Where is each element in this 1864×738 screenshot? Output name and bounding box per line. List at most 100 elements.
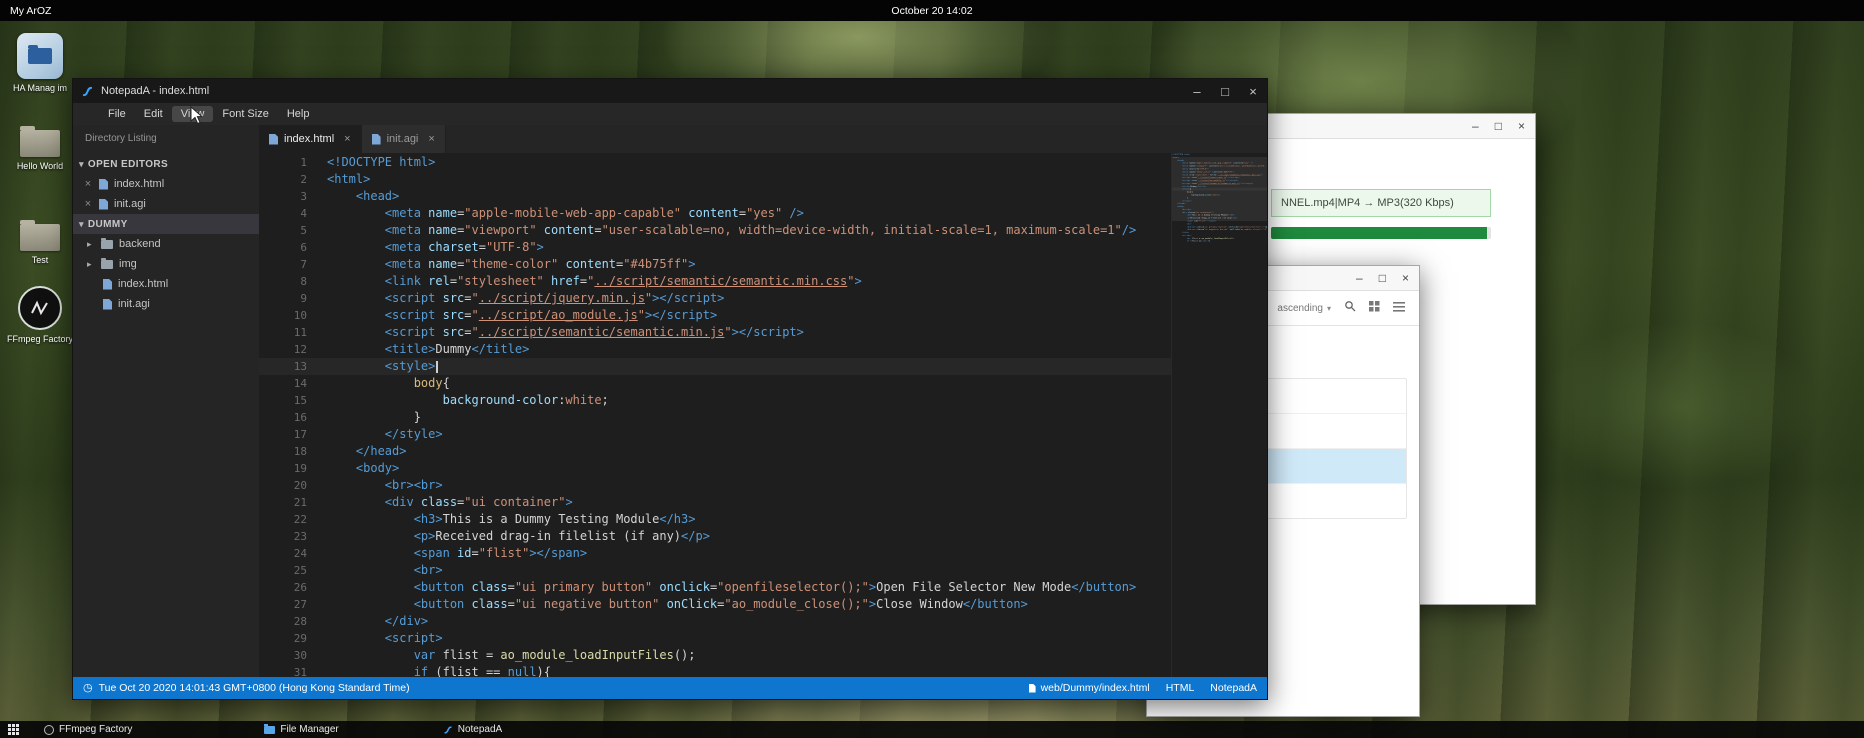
file-icon (99, 179, 108, 190)
code-line: 19 <body> (259, 460, 1172, 477)
open-editors-section[interactable]: ▾ OPEN EDITORS (73, 154, 259, 174)
close-icon[interactable]: × (344, 133, 350, 145)
code-line: 11 <script src="../script/semantic/seman… (259, 324, 1172, 341)
code-text: <p>Received drag-in filelist (if any)</p… (327, 528, 710, 545)
notepada-titlebar[interactable]: NotepadA - index.html – □ × (73, 79, 1267, 103)
code-line: 22 <h3>This is a Dummy Testing Module</h… (259, 511, 1172, 528)
line-number: 4 (259, 205, 327, 222)
code-text: <button class="ui primary button" onclic… (327, 579, 1136, 596)
open-editor-item[interactable]: ×index.html (73, 174, 259, 194)
code-text: <script src="../script/ao_module.js"></s… (327, 307, 717, 324)
code-editor[interactable]: 1<!DOCTYPE html>2<html>3 <head>4 <meta n… (259, 153, 1267, 677)
code-line: 31 if (flist == null){ (259, 664, 1172, 677)
code-line: 30 var flist = ao_module_loadInputFiles(… (259, 647, 1172, 664)
desktop-icon-ha-manager[interactable]: HA Manag im (6, 33, 74, 94)
code-text: <div class="ui container"> (327, 494, 573, 511)
tab-label: init.agi (387, 133, 419, 145)
ffmpeg-icon (44, 725, 54, 735)
status-file-path[interactable]: web/Dummy/index.html (1029, 682, 1150, 694)
desktop-icon-label: HA Manag im (6, 83, 74, 94)
line-number: 30 (259, 647, 327, 664)
list-view-icon[interactable] (1393, 299, 1405, 317)
code-text: body{ (327, 375, 450, 392)
window-title: NotepadA - index.html (101, 85, 209, 97)
tree-item-backend[interactable]: ▸backend (73, 234, 259, 254)
minimize-button[interactable]: – (1472, 120, 1479, 132)
tab-init-agi[interactable]: init.agi × (362, 125, 446, 153)
code-text: <title>Dummy</title> (327, 341, 529, 358)
open-editor-item[interactable]: ×init.agi (73, 194, 259, 214)
line-number: 6 (259, 239, 327, 256)
desktop-icon-hello-world[interactable]: Hello World (6, 130, 74, 172)
code-text: <link rel="stylesheet" href="../script/s… (327, 273, 862, 290)
line-number: 15 (259, 392, 327, 409)
taskbar-item-notepada[interactable]: NotepadA (437, 724, 508, 735)
desktop-icon-ffmpeg-factory[interactable]: FFmpeg Factory (6, 286, 74, 345)
tree-item-init-agi[interactable]: init.agi (73, 294, 259, 314)
code-line: 16 } (259, 409, 1172, 426)
taskbar-item-file-manager[interactable]: File Manager (258, 724, 344, 735)
status-language[interactable]: HTML (1166, 682, 1195, 694)
code-lines: 1<!DOCTYPE html>2<html>3 <head>4 <meta n… (259, 154, 1172, 677)
close-icon[interactable]: × (428, 133, 434, 145)
notepada-window[interactable]: NotepadA - index.html – □ × FileEditView… (72, 78, 1268, 700)
menu-font-size[interactable]: Font Size (213, 106, 277, 122)
code-text: <meta charset="UTF-8"> (327, 239, 544, 256)
line-number: 8 (259, 273, 327, 290)
code-text: <style> (327, 358, 438, 375)
close-icon[interactable]: × (83, 198, 93, 210)
desktop-icon-label: FFmpeg Factory (6, 334, 74, 345)
taskbar-item-label: FFmpeg Factory (59, 724, 132, 735)
menu-edit[interactable]: Edit (135, 106, 172, 122)
file-icon (1029, 684, 1036, 693)
close-button[interactable]: × (1239, 79, 1267, 103)
maximize-button[interactable]: □ (1211, 79, 1239, 103)
taskbar-item-ffmpeg-factory[interactable]: FFmpeg Factory (38, 724, 138, 735)
project-tree: ▸backend▸imgindex.htmlinit.agi (73, 234, 259, 314)
tab-index-html[interactable]: index.html× (259, 125, 362, 153)
minimize-button[interactable]: – (1356, 272, 1363, 284)
sidebar: Directory Listing ▾ OPEN EDITORS ×index.… (73, 125, 259, 677)
grid-view-icon[interactable] (1369, 299, 1380, 317)
conversion-status: NNEL.mp4|MP4 → MP3(320 Kbps) (1271, 189, 1491, 217)
minimap[interactable]: 1<!DOCTYPE html>2<html>3 <head>4 <meta n… (1171, 153, 1267, 677)
line-number: 7 (259, 256, 327, 273)
line-number: 11 (259, 324, 327, 341)
code-text: </head> (327, 443, 406, 460)
close-icon[interactable]: × (83, 178, 93, 190)
menu-view[interactable]: View (172, 106, 214, 122)
tree-item-name: backend (119, 238, 161, 250)
search-icon[interactable] (1344, 299, 1356, 317)
tree-item-index-html[interactable]: index.html (73, 274, 259, 294)
tree-item-img[interactable]: ▸img (73, 254, 259, 274)
taskbar-items: FFmpeg Factory File Manager NotepadA (26, 724, 508, 735)
code-line: 18 </head> (259, 443, 1172, 460)
code-line: 15 background-color:white; (259, 392, 1172, 409)
menu-file[interactable]: File (99, 106, 135, 122)
menu-help[interactable]: Help (278, 106, 319, 122)
code-text: <meta name="theme-color" content="#4b75f… (327, 256, 696, 273)
file-icon (99, 199, 108, 210)
folder-icon (20, 130, 60, 157)
maximize-button[interactable]: □ (1379, 272, 1386, 284)
taskbar: FFmpeg Factory File Manager NotepadA (0, 721, 1864, 738)
chevron-down-icon: ▾ (79, 159, 84, 170)
chevron-right-icon: ▸ (87, 259, 95, 270)
code-line: 9 <script src="../script/jquery.min.js">… (259, 290, 1172, 307)
aroz-menu-button[interactable]: My ArOZ (0, 5, 51, 17)
tab-bar: index.html× init.agi × (259, 125, 1267, 153)
folder-icon (20, 224, 60, 251)
code-line: 12 <title>Dummy</title> (259, 341, 1172, 358)
code-text: <br><br> (327, 477, 443, 494)
desktop-icon-test[interactable]: Test (6, 224, 74, 266)
minimize-button[interactable]: – (1183, 79, 1211, 103)
text-cursor (436, 361, 438, 373)
close-button[interactable]: × (1518, 120, 1525, 132)
sidebar-header: Directory Listing (73, 125, 259, 154)
close-button[interactable]: × (1402, 272, 1409, 284)
sort-dropdown[interactable]: ascending ▾ (1277, 303, 1331, 314)
maximize-button[interactable]: □ (1495, 120, 1502, 132)
code-line: 17 </style> (259, 426, 1172, 443)
start-menu-button[interactable] (0, 724, 26, 735)
project-section[interactable]: ▾ DUMMY (73, 214, 259, 234)
